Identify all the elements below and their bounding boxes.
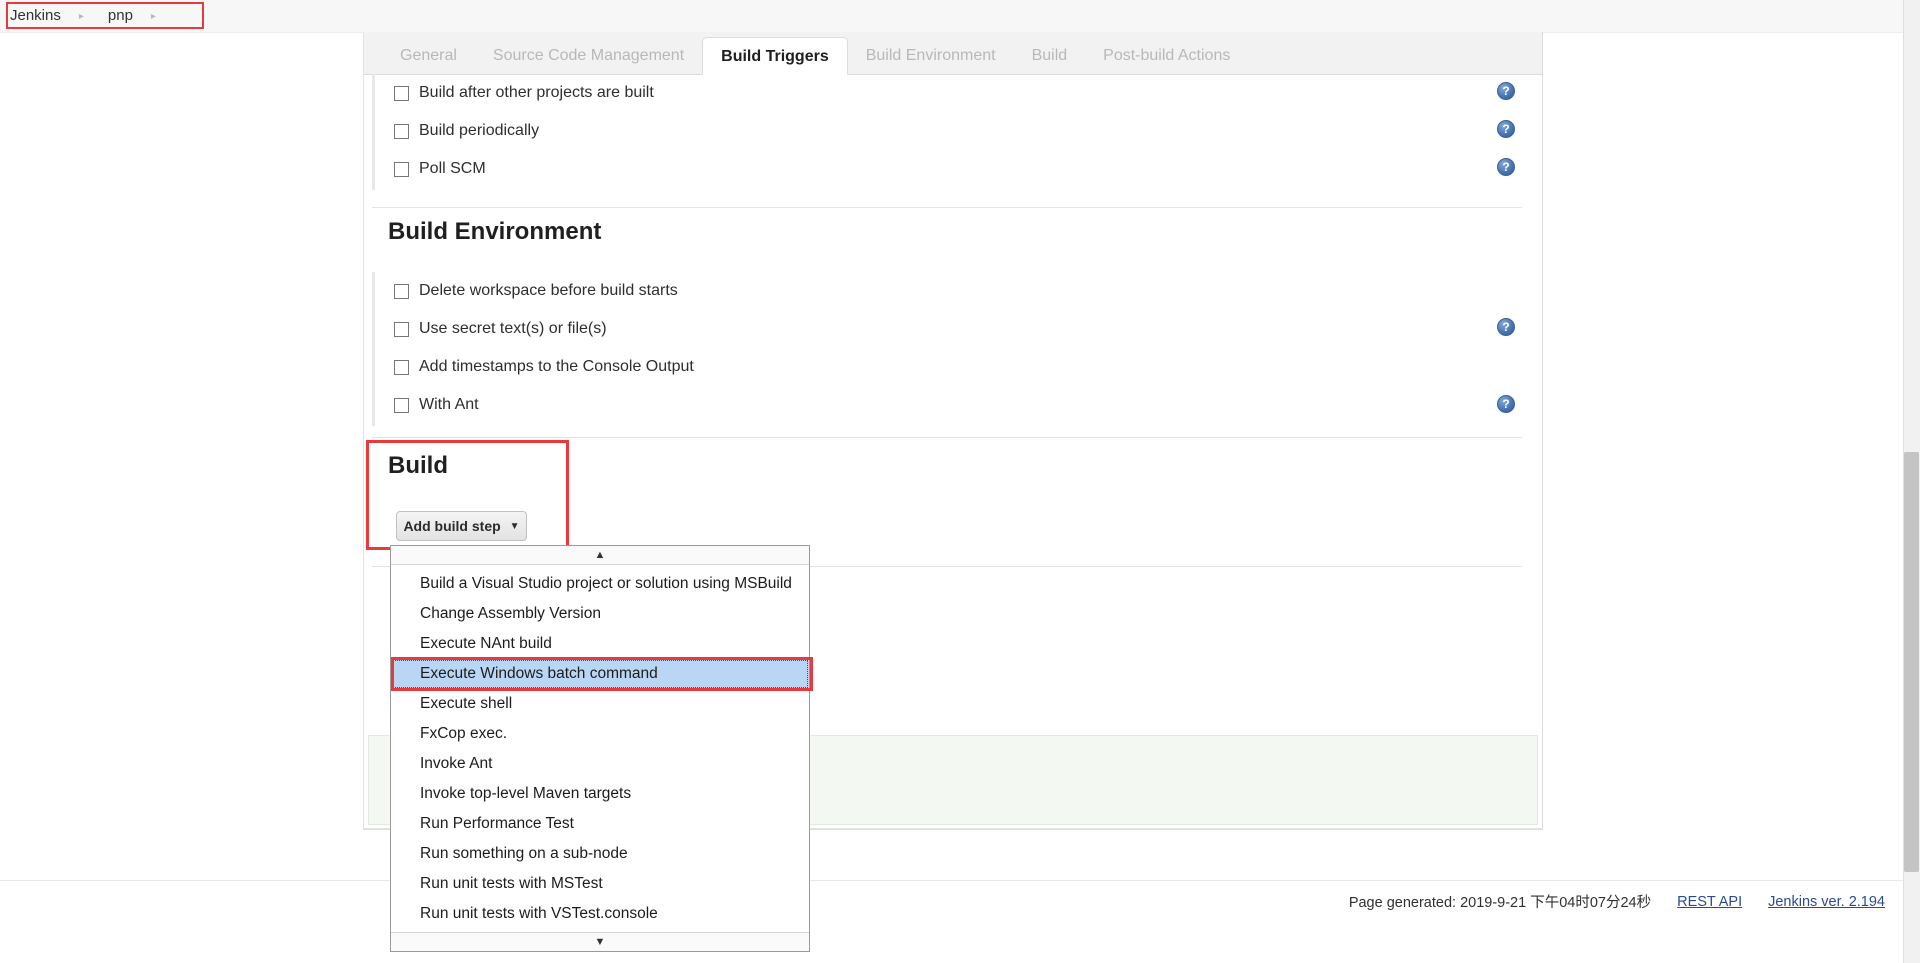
add-build-step-label: Add build step [403,518,501,534]
tab-build-environment[interactable]: Build Environment [848,38,1014,74]
jenkins-version-link[interactable]: Jenkins ver. 2.194 [1768,894,1885,910]
menu-item-run-unit-tests-with-mstest[interactable]: Run unit tests with MSTest [391,869,809,899]
help-icon-poll-scm[interactable]: ? [1497,158,1515,176]
breadcrumb-separator-icon: ▸ [78,10,84,22]
checkbox-with-ant[interactable] [394,397,409,413]
checkbox-label-add-timestamps: Add timestamps to the Console Output [419,358,694,375]
vertical-scrollbar-track[interactable] [1903,0,1920,963]
breadcrumb: Jenkins ▸ pnp ▸ [0,0,1920,33]
add-build-step-button[interactable]: Add build step ▼ [396,511,527,541]
checkbox-row-build-after-other-projects[interactable]: Build after other projects are built [372,74,1522,112]
checkbox-row-add-timestamps[interactable]: Add timestamps to the Console Output [372,348,1522,386]
help-icon-use-secret-text[interactable]: ? [1497,318,1515,336]
menu-item-build-visual-studio-msbuild[interactable]: Build a Visual Studio project or solutio… [391,569,809,599]
menu-item-run-something-on-a-sub-node[interactable]: Run something on a sub-node [391,839,809,869]
build-triggers-section: Build after other projects are built Bui… [372,74,1522,190]
checkbox-build-periodically[interactable] [394,123,409,139]
menu-item-run-unit-tests-with-vstest-console[interactable]: Run unit tests with VSTest.console [391,899,809,929]
tab-post-build-actions[interactable]: Post-build Actions [1085,38,1248,74]
help-icon-build-periodically[interactable]: ? [1497,120,1515,138]
menu-scroll-up-icon[interactable]: ▲ [391,546,809,565]
menu-item-invoke-top-level-maven-targets[interactable]: Invoke top-level Maven targets [391,779,809,809]
tab-general[interactable]: General [382,38,475,74]
checkbox-poll-scm[interactable] [394,161,409,177]
help-icon-build-after-other-projects[interactable]: ? [1497,82,1515,100]
checkbox-label-delete-workspace: Delete workspace before build starts [419,282,678,299]
menu-item-fxcop-exec[interactable]: FxCop exec. [391,719,809,749]
checkbox-row-with-ant[interactable]: With Ant [372,386,1522,424]
page-footer: Page generated: 2019-9-21 下午04时07分24秒 RE… [0,880,1920,922]
checkbox-delete-workspace[interactable] [394,283,409,299]
vertical-scrollbar-thumb[interactable] [1904,452,1919,872]
section-divider-2 [372,437,1522,438]
checkbox-add-timestamps[interactable] [394,359,409,375]
tab-build[interactable]: Build [1014,38,1086,74]
menu-item-execute-windows-batch-command[interactable]: Execute Windows batch command [391,659,809,689]
section-heading-build-environment: Build Environment [388,218,602,245]
checkbox-label-use-secret-text: Use secret text(s) or file(s) [419,320,607,337]
tab-build-triggers[interactable]: Build Triggers [702,37,848,75]
checkbox-row-delete-workspace[interactable]: Delete workspace before build starts [372,272,1522,310]
checkbox-label-build-periodically: Build periodically [419,122,540,139]
add-build-step-dropdown-menu[interactable]: ▲ Build a Visual Studio project or solut… [390,545,810,952]
chevron-down-icon: ▼ [509,520,520,532]
menu-item-invoke-ant[interactable]: Invoke Ant [391,749,809,779]
checkbox-label-with-ant: With Ant [419,396,479,413]
breadcrumb-item-pnp[interactable]: pnp [98,0,143,32]
checkbox-row-build-periodically[interactable]: Build periodically [372,112,1522,150]
build-environment-section: Delete workspace before build starts Use… [372,272,1522,426]
breadcrumb-item-jenkins[interactable]: Jenkins [0,0,71,32]
help-icon-with-ant[interactable]: ? [1497,395,1515,413]
checkbox-build-after-other-projects[interactable] [394,85,409,101]
footer-spacer [0,922,1920,963]
checkbox-row-poll-scm[interactable]: Poll SCM [372,150,1522,188]
menu-item-run-performance-test[interactable]: Run Performance Test [391,809,809,839]
section-heading-build: Build [388,452,448,479]
page-generated-text: Page generated: 2019-9-21 下午04时07分24秒 [1348,895,1652,911]
menu-items-list: Build a Visual Studio project or solutio… [391,565,809,932]
menu-item-execute-shell[interactable]: Execute shell [391,689,809,719]
menu-scroll-down-icon[interactable]: ▼ [391,932,809,951]
checkbox-label-poll-scm: Poll SCM [419,160,486,177]
config-tab-bar: General Source Code Management Build Tri… [364,32,1542,75]
tab-source-code-management[interactable]: Source Code Management [475,38,702,74]
breadcrumb-separator-icon-2: ▸ [150,10,156,22]
checkbox-label-build-after-other-projects: Build after other projects are built [419,84,654,101]
section-divider-1 [372,207,1522,208]
checkbox-row-use-secret-text[interactable]: Use secret text(s) or file(s) [372,310,1522,348]
menu-item-execute-nant-build[interactable]: Execute NAnt build [391,629,809,659]
checkbox-use-secret-text[interactable] [394,321,409,337]
jenkins-job-config-page: Jenkins ▸ pnp ▸ General Source Code Mana… [0,0,1920,963]
rest-api-link[interactable]: REST API [1677,894,1742,910]
menu-item-change-assembly-version[interactable]: Change Assembly Version [391,599,809,629]
